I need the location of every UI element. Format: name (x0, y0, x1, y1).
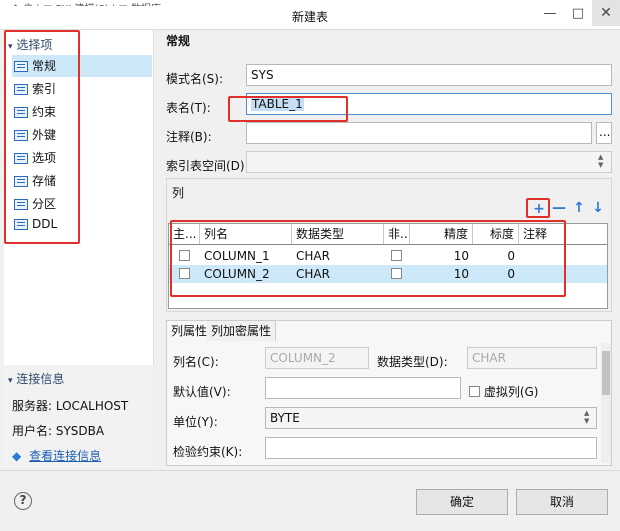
footer-divider (0, 470, 620, 471)
table-name-highlight-box (228, 96, 348, 122)
add-column-highlight-box (526, 198, 550, 218)
connection-panel: ▾ 连接信息 服务器: LOCALHOST 用户名: SYSDBA ◆ 查看连接… (4, 365, 154, 467)
background-breadcrumb: ↔ ↑ 户 | ■ PXJ 建模(S) | ■ 数据库 … (0, 0, 260, 6)
properties-scrollbar[interactable] (601, 343, 611, 463)
connection-header-label: 连接信息 (16, 372, 65, 386)
data-type-label: 数据类型(D): (377, 355, 448, 369)
column-group-label: 列 (172, 186, 185, 200)
ok-button[interactable]: 确定 (416, 489, 508, 515)
view-connection-link[interactable]: ◆ 查看连接信息 (12, 447, 101, 464)
check-constraint-label: 检验约束(K): (173, 445, 243, 459)
view-connection-label: 查看连接信息 (29, 449, 102, 463)
virtual-column-label: 虚拟列(G) (483, 385, 539, 399)
tablespace-label: 索引表空间(D): (166, 159, 249, 173)
help-icon[interactable]: ? (14, 492, 32, 510)
comment-label: 注释(B): (166, 130, 212, 144)
nav-highlight-box (4, 30, 80, 244)
unit-select[interactable]: BYTE (265, 407, 597, 429)
schema-label: 模式名(S): (166, 72, 224, 86)
tab-column-properties[interactable]: 列属性 (167, 321, 213, 341)
virtual-column-option[interactable]: 虚拟列(G) (469, 383, 539, 400)
remove-column-icon[interactable]: — (552, 200, 566, 216)
user-info: 用户名: SYSDBA (12, 424, 105, 438)
connection-header[interactable]: ▾ 连接信息 (8, 370, 64, 387)
column-name-label: 列名(C): (173, 355, 219, 369)
data-type-field[interactable]: CHAR (467, 347, 597, 369)
column-table-highlight-box (170, 220, 566, 297)
maximize-button[interactable]: □ (566, 4, 590, 24)
move-up-icon[interactable]: ↑ (572, 200, 586, 216)
move-down-icon[interactable]: ↓ (591, 200, 605, 216)
schema-field[interactable]: SYS (246, 64, 612, 86)
minimize-button[interactable]: — (538, 4, 562, 24)
spinner-icon: ▲ ▼ (584, 409, 590, 425)
tab-encryption-properties[interactable]: 列加密属性 (207, 321, 277, 341)
tablespace-select[interactable] (246, 151, 612, 173)
spinner-icon: ▲ ▼ (598, 153, 604, 169)
title-bar: ↔ ↑ 户 | ■ PXJ 建模(S) | ■ 数据库 … 新建表 — □ ✕ (0, 0, 620, 30)
scrollbar-thumb[interactable] (602, 351, 610, 395)
unit-label: 单位(Y): (173, 415, 218, 429)
server-info: 服务器: LOCALHOST (12, 399, 129, 413)
window-title: 新建表 (291, 10, 328, 24)
column-name-field[interactable]: COLUMN_2 (265, 347, 369, 369)
virtual-column-checkbox[interactable] (469, 386, 480, 397)
table-name-label: 表名(T): (166, 101, 211, 115)
collapse-icon: ▾ (8, 376, 13, 386)
default-value-label: 默认值(V): (173, 385, 231, 399)
column-properties-panel: 列属性 列加密属性 列名(C): COLUMN_2 数据类型(D): CHAR … (166, 320, 612, 466)
section-general: 常规 (166, 34, 191, 48)
check-constraint-field[interactable] (265, 437, 597, 459)
cancel-button[interactable]: 取消 (516, 489, 608, 515)
connection-icon: ◆ (12, 449, 22, 463)
comment-field[interactable] (246, 122, 592, 144)
close-button[interactable]: ✕ (592, 0, 620, 26)
default-value-field[interactable] (265, 377, 461, 399)
comment-browse-button[interactable]: ... (596, 122, 612, 144)
